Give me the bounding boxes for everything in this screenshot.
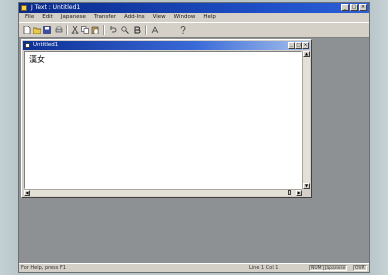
- scroll-left-button[interactable]: ◀: [24, 190, 30, 196]
- status-pane-ovr: OVR: [353, 265, 367, 271]
- scroll-thumb[interactable]: [288, 190, 291, 195]
- document-minimize-button[interactable]: _: [288, 42, 295, 49]
- document-window: Untitled1 _ □ × 漢女 ▲ ▼ ◀ ▶: [21, 39, 312, 198]
- document-editor[interactable]: 漢女: [24, 51, 302, 189]
- chevron-down-icon: ▼: [304, 183, 309, 188]
- app-minimize-button[interactable]: _: [341, 4, 349, 11]
- document-close-button[interactable]: ×: [302, 42, 309, 49]
- status-pane-num: NUM: [309, 265, 324, 271]
- scroll-up-button[interactable]: ▲: [303, 51, 310, 57]
- app-window-controls: _ □ ×: [341, 4, 367, 11]
- copy-icon[interactable]: [81, 26, 89, 34]
- menu-japanese[interactable]: Japanese: [57, 13, 90, 22]
- new-icon[interactable]: [23, 26, 31, 34]
- document-titlebar[interactable]: Untitled1 _ □ ×: [23, 41, 310, 50]
- app-titlebar[interactable]: J Text : Untitled1 _ □ ×: [19, 3, 369, 13]
- vertical-scrollbar[interactable]: ▲ ▼: [302, 51, 310, 189]
- print-icon[interactable]: [55, 26, 63, 34]
- app-icon[interactable]: [21, 5, 27, 11]
- menu-edit[interactable]: Edit: [38, 13, 57, 22]
- undo-icon[interactable]: [109, 26, 117, 34]
- status-position: Line 1 Col 1: [249, 265, 279, 271]
- menu-transfer[interactable]: Transfer: [90, 13, 120, 22]
- document-icon[interactable]: [25, 43, 30, 48]
- chevron-left-icon: ◀: [25, 190, 29, 195]
- help-icon[interactable]: [179, 26, 187, 34]
- status-bar: For Help, press F1 Line 1 Col 1 NUM Japa…: [19, 263, 369, 272]
- menu-add-ins[interactable]: Add-Ins: [120, 13, 149, 22]
- status-message: For Help, press F1: [21, 265, 67, 271]
- save-icon[interactable]: [43, 26, 51, 34]
- document-text: 漢女: [29, 55, 45, 64]
- scroll-right-button[interactable]: ▶: [296, 190, 302, 196]
- toolbar-separator: [145, 25, 147, 35]
- menu-view[interactable]: View: [149, 13, 170, 22]
- cut-icon[interactable]: [71, 26, 79, 34]
- toolbar-separator: [66, 25, 68, 35]
- app-window: J Text : Untitled1 _ □ × File Edit Japan…: [18, 2, 370, 273]
- chevron-right-icon: ▶: [297, 190, 301, 195]
- mdi-workspace: Untitled1 _ □ × 漢女 ▲ ▼ ◀ ▶: [19, 38, 369, 263]
- toolbar-separator: [103, 25, 105, 35]
- find-icon[interactable]: [121, 26, 129, 34]
- app-maximize-button[interactable]: □: [350, 4, 358, 11]
- document-maximize-button[interactable]: □: [295, 42, 302, 49]
- horizontal-scrollbar[interactable]: ◀ ▶: [24, 189, 302, 196]
- scroll-down-button[interactable]: ▼: [303, 183, 310, 189]
- toolbar: [19, 22, 369, 38]
- menu-window[interactable]: Window: [170, 13, 200, 22]
- app-close-button[interactable]: ×: [359, 4, 367, 11]
- paste-icon[interactable]: [91, 26, 99, 34]
- document-window-controls: _ □ ×: [288, 42, 309, 49]
- chevron-up-icon: ▲: [304, 51, 309, 56]
- status-pane-japanese: Japanese: [323, 265, 348, 271]
- open-icon[interactable]: [33, 26, 41, 34]
- font-icon[interactable]: [151, 26, 159, 34]
- menu-bar: File Edit Japanese Transfer Add-Ins View…: [19, 13, 369, 22]
- app-title: J Text : Untitled1: [31, 4, 81, 11]
- document-title: Untitled1: [33, 42, 59, 48]
- menu-file[interactable]: File: [21, 13, 38, 22]
- bold-icon[interactable]: [133, 26, 141, 34]
- menu-help[interactable]: Help: [199, 13, 220, 22]
